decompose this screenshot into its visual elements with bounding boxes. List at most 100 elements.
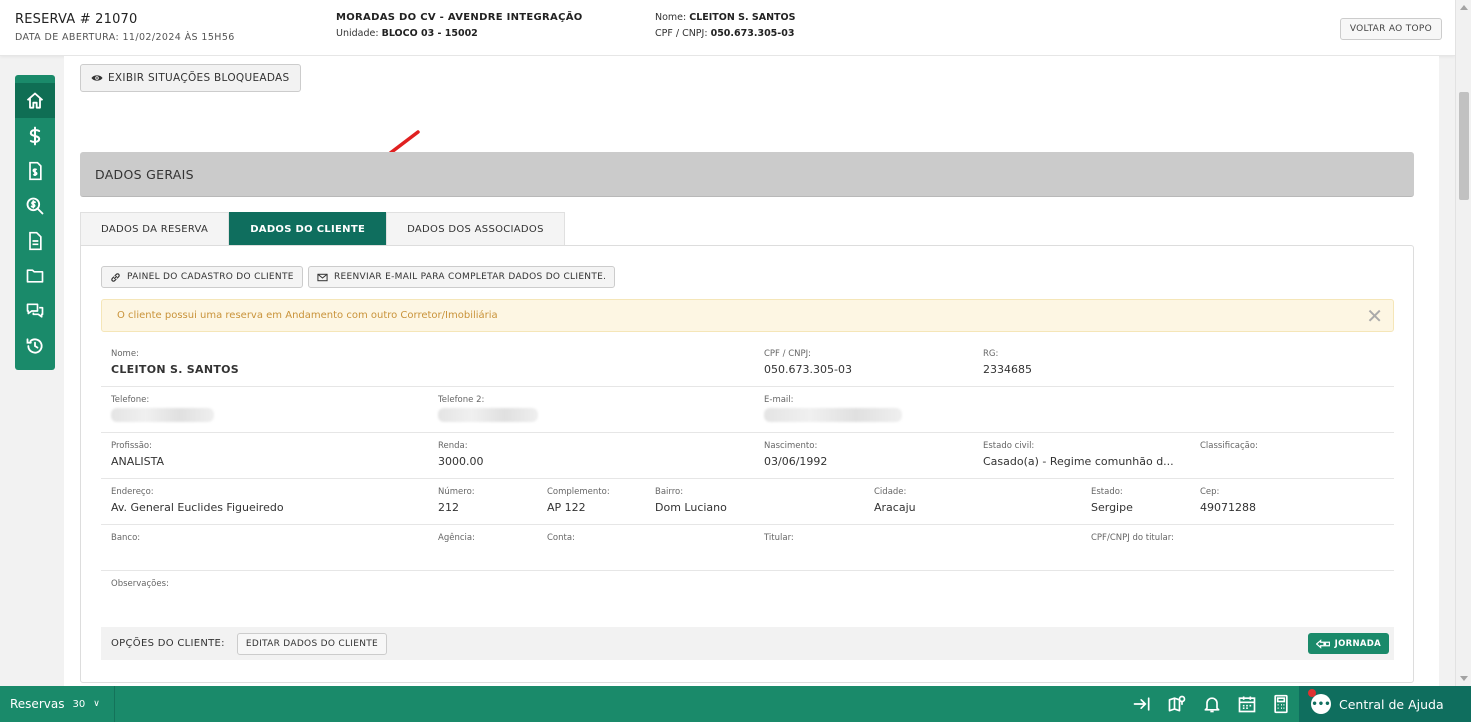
eye-icon bbox=[91, 75, 103, 81]
scroll-thumb[interactable] bbox=[1459, 92, 1469, 200]
fields-row-notes: Observações: bbox=[101, 571, 1394, 627]
field-label: CPF/CNPJ do titular: bbox=[1091, 533, 1174, 543]
field-renda: Renda: 3000.00 bbox=[438, 441, 484, 468]
reservas-count: 30 bbox=[72, 698, 86, 710]
field-label: Banco: bbox=[111, 533, 141, 543]
chevron-down-icon: ∨ bbox=[93, 699, 100, 709]
warning-alert: O cliente possui uma reserva em Andament… bbox=[101, 299, 1394, 332]
field-value: 050.673.305-03 bbox=[764, 363, 852, 376]
client-data-panel: PAINEL DO CADASTRO DO CLIENTE REENVIAR E… bbox=[80, 245, 1414, 683]
client-name: CLEITON S. SANTOS bbox=[689, 12, 796, 23]
field-label: Bairro: bbox=[655, 487, 684, 497]
field-telefone-2: Telefone 2: bbox=[438, 395, 538, 425]
field-label: Observações: bbox=[111, 579, 169, 589]
field-conta: Conta: bbox=[547, 533, 575, 543]
field-label: Nascimento: bbox=[764, 441, 818, 451]
sidebar-item-home[interactable] bbox=[15, 83, 55, 118]
field-classificacao: Classificação: bbox=[1200, 441, 1258, 451]
field-value: Aracaju bbox=[874, 501, 916, 514]
field-value: CLEITON S. SANTOS bbox=[111, 363, 240, 376]
redacted-value bbox=[438, 408, 538, 422]
tab-dados-cliente[interactable]: DADOS DO CLIENTE bbox=[229, 212, 387, 245]
show-blocked-label: EXIBIR SITUAÇÕES BLOQUEADAS bbox=[108, 72, 290, 84]
sidebar-item-documents[interactable] bbox=[15, 223, 55, 258]
fields-row-identity: Nome: CLEITON S. SANTOS CPF / CNPJ: 050.… bbox=[101, 341, 1394, 387]
page-scrollbar[interactable] bbox=[1455, 0, 1471, 686]
field-endereco: Endereço: Av. General Euclides Figueired… bbox=[111, 487, 284, 514]
field-label: Telefone: bbox=[111, 395, 150, 405]
field-complemento: Complemento: AP 122 bbox=[547, 487, 610, 514]
envelope-icon bbox=[317, 273, 328, 281]
field-value: 2334685 bbox=[983, 363, 1032, 376]
sidebar-item-chat[interactable] bbox=[15, 293, 55, 328]
field-agencia: Agência: bbox=[438, 533, 475, 543]
field-label: Nome: bbox=[111, 349, 139, 359]
scroll-up-icon[interactable] bbox=[1460, 5, 1468, 10]
help-center-button[interactable]: ••• Central de Ajuda bbox=[1299, 686, 1471, 722]
calculator-icon[interactable] bbox=[1271, 694, 1291, 714]
field-label: Número: bbox=[438, 487, 475, 497]
sidebar-item-invoice[interactable] bbox=[15, 153, 55, 188]
field-value: AP 122 bbox=[547, 501, 586, 514]
map-location-icon[interactable] bbox=[1167, 694, 1187, 714]
link-icon bbox=[111, 272, 120, 282]
field-label: Estado civil: bbox=[983, 441, 1035, 451]
unit-label: Unidade: bbox=[336, 28, 379, 39]
warning-alert-text: O cliente possui uma reserva em Andament… bbox=[117, 310, 498, 321]
edit-client-button[interactable]: EDITAR DADOS DO CLIENTE bbox=[236, 632, 388, 655]
field-value: Sergipe bbox=[1091, 501, 1133, 514]
field-estado-civil: Estado civil: Casado(a) - Regime comunhã… bbox=[983, 441, 1174, 468]
chat-bubble-icon: ••• bbox=[1311, 694, 1331, 714]
field-label: Complemento: bbox=[547, 487, 610, 497]
client-cpf-label: CPF / CNPJ: bbox=[655, 28, 708, 39]
resend-email-button[interactable]: REENVIAR E-MAIL PARA COMPLETAR DADOS DO … bbox=[308, 266, 616, 288]
field-titular: Titular: bbox=[764, 533, 794, 543]
sidebar-item-folder[interactable] bbox=[15, 258, 55, 293]
field-numero: Número: 212 bbox=[438, 487, 475, 514]
tab-bar: DADOS DA RESERVA DADOS DO CLIENTE DADOS … bbox=[80, 212, 565, 245]
calendar-icon[interactable] bbox=[1237, 694, 1257, 714]
field-value: Av. General Euclides Figueiredo bbox=[111, 501, 284, 514]
sidebar-item-search-financial[interactable] bbox=[15, 188, 55, 223]
field-observacoes: Observações: bbox=[111, 579, 169, 589]
document-icon bbox=[29, 231, 42, 250]
reservas-dropdown[interactable]: Reservas 30 ∨ bbox=[0, 686, 115, 722]
eye-journey-icon bbox=[1315, 638, 1330, 649]
field-cep: Cep: 49071288 bbox=[1200, 487, 1256, 514]
show-blocked-button[interactable]: EXIBIR SITUAÇÕES BLOQUEADAS bbox=[80, 64, 301, 92]
field-nome: Nome: CLEITON S. SANTOS bbox=[111, 349, 239, 376]
fields-row-contact: Telefone: Telefone 2: E-mail: bbox=[101, 387, 1394, 433]
chat-icon bbox=[26, 303, 44, 318]
client-options-bar: OPÇÕES DO CLIENTE: EDITAR DADOS DO CLIEN… bbox=[101, 627, 1394, 660]
client-register-panel-button[interactable]: PAINEL DO CADASTRO DO CLIENTE bbox=[101, 266, 303, 288]
field-label: Renda: bbox=[438, 441, 468, 451]
section-title-bar: DADOS GERAIS bbox=[80, 152, 1414, 197]
field-nascimento: Nascimento: 03/06/1992 bbox=[764, 441, 827, 468]
field-cpf: CPF / CNPJ: 050.673.305-03 bbox=[764, 349, 852, 376]
scroll-down-icon[interactable] bbox=[1460, 676, 1468, 681]
back-to-top-button[interactable]: VOLTAR AO TOPO bbox=[1339, 18, 1442, 40]
field-label: RG: bbox=[983, 349, 999, 359]
client-register-panel-label: PAINEL DO CADASTRO DO CLIENTE bbox=[127, 272, 294, 282]
field-label: Endereço: bbox=[111, 487, 154, 497]
history-icon bbox=[26, 337, 43, 354]
field-label: Agência: bbox=[438, 533, 475, 543]
tab-dados-associados[interactable]: DADOS DOS ASSOCIADOS bbox=[386, 212, 565, 245]
redacted-value bbox=[111, 408, 214, 422]
field-cidade: Cidade: Aracaju bbox=[874, 487, 916, 514]
jornada-button[interactable]: JORNADA bbox=[1307, 633, 1389, 654]
field-label: Titular: bbox=[764, 533, 794, 543]
collapse-right-icon[interactable] bbox=[1132, 694, 1152, 714]
sidebar-item-history[interactable] bbox=[15, 328, 55, 363]
field-bairro: Bairro: Dom Luciano bbox=[655, 487, 727, 514]
field-label: Estado: bbox=[1091, 487, 1123, 497]
client-cpf: 050.673.305-03 bbox=[710, 28, 795, 39]
field-value: 3000.00 bbox=[438, 455, 484, 468]
client-name-label: Nome: bbox=[655, 12, 687, 23]
sidebar-item-financial[interactable] bbox=[15, 118, 55, 153]
tab-dados-reserva[interactable]: DADOS DA RESERVA bbox=[80, 212, 230, 245]
close-icon[interactable]: ✕ bbox=[1366, 306, 1383, 326]
page-header: RESERVA # 21070 DATA DE ABERTURA: 11/02/… bbox=[0, 0, 1455, 56]
bell-icon[interactable] bbox=[1202, 694, 1222, 714]
field-label: Telefone 2: bbox=[438, 395, 485, 405]
